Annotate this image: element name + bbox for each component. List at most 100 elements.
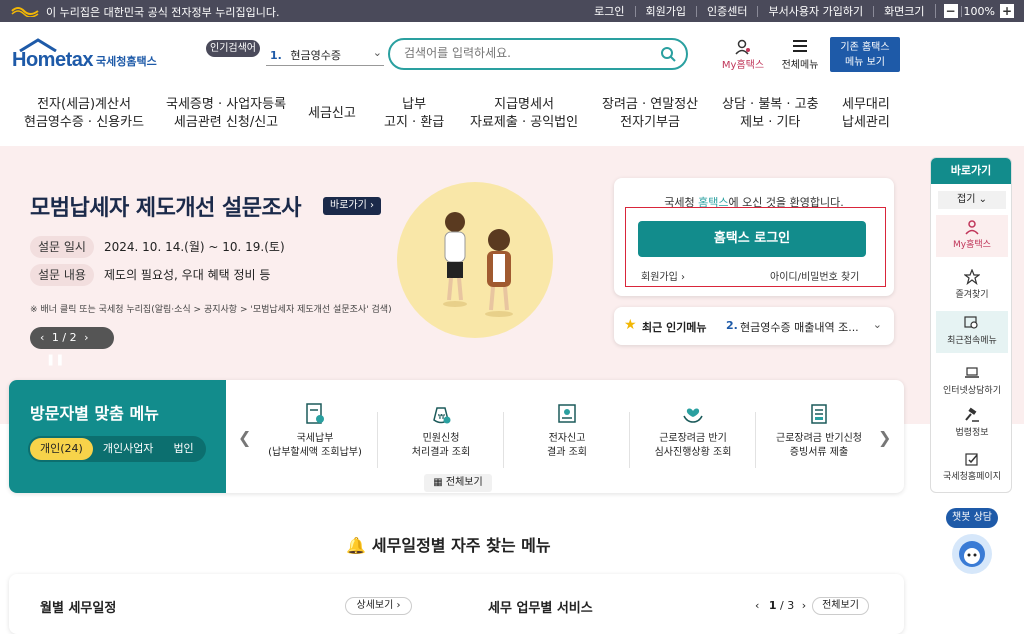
all-menu-button[interactable]: 전체메뉴 (776, 38, 824, 71)
quick-links-title: 바로가기 (931, 158, 1011, 184)
popular-search-rank: 1. (270, 49, 282, 62)
all-menu-label: 전체메뉴 (781, 60, 819, 71)
signup-link-top[interactable]: 회원가입 (634, 5, 696, 17)
legacy-menu-button[interactable]: 기존 홈택스 메뉴 보기 (830, 37, 900, 72)
bell-icon: 🔔 (346, 536, 366, 555)
side-item-law-info[interactable]: 법령정보 (936, 403, 1008, 445)
current-page: 1 (768, 599, 777, 612)
search-input[interactable] (404, 46, 654, 60)
zoom-in-button[interactable]: + (1000, 4, 1014, 18)
visitor-item-incentive-docs[interactable]: 근로장려금 반기신청 증빙서류 제출 (756, 402, 882, 460)
star-outline-icon (964, 269, 980, 285)
hero-content-row: 설문 내용 제도의 필요성, 우대 혜택 정비 등 (30, 264, 270, 286)
money-bag-icon: ₩ (433, 407, 451, 424)
hero-prev-icon[interactable]: ‹ (40, 331, 44, 344)
heart-hands-icon (683, 408, 703, 423)
side-item-recent-menu[interactable]: 최근접속메뉴 (936, 311, 1008, 353)
e-filing-icon (558, 404, 576, 423)
chevron-left-icon[interactable]: ❮ (238, 428, 251, 447)
hero-content-tag: 설문 내용 (30, 264, 94, 286)
side-item-my-hometax[interactable]: My홈택스 (936, 215, 1008, 257)
chevron-left-icon[interactable]: ‹ (755, 599, 759, 612)
popular-menu-label: 최근 인기메뉴 (642, 321, 707, 334)
people-illustration-icon (443, 212, 513, 317)
popular-search-value: 현금영수증 (290, 49, 341, 62)
dept-user-signup-link[interactable]: 부서사용자 가입하기 (757, 5, 873, 17)
gnb-item-incentive[interactable]: 장려금 · 연말정산 전자기부금 (602, 96, 698, 132)
business-view-all-button[interactable]: 전체보기 (812, 597, 869, 615)
quick-links-fold-button[interactable]: 접기 ⌄ (938, 191, 1006, 209)
total-pages: 3 (787, 599, 795, 612)
gavel-icon (965, 407, 979, 422)
hamburger-icon (793, 40, 807, 52)
visitor-menu-title: 방문자별 맞춤 메뉴 (30, 404, 159, 423)
hero-date-tag: 설문 일시 (30, 236, 94, 258)
gnb-item-payment-statement[interactable]: 지급명세서 자료제출 · 공익법인 (470, 96, 578, 132)
signup-link[interactable]: 회원가입 › (641, 268, 685, 283)
visitor-tabs: 개인(24) 개인사업자 법인 (28, 436, 206, 462)
business-service-title: 세무 업무별 서비스 (488, 601, 593, 616)
hero-date-value: 2024. 10. 14.(월) ~ 10. 19.(토) (104, 240, 285, 254)
hero-page-indicator: 1 / 2 (51, 331, 77, 344)
hometax-login-button[interactable]: 홈택스 로그인 (638, 221, 866, 257)
tab-individual[interactable]: 개인(24) (30, 438, 93, 460)
find-id-password-link[interactable]: 아이디/비밀번호 찾기 (770, 268, 859, 283)
hero-note: ※ 배너 클릭 또는 국세청 누리집(알림·소식 > 공지사항 > '모범납세자… (30, 305, 392, 315)
popular-search-select[interactable]: 1. 현금영수증 ⌄ (266, 44, 384, 66)
visitor-item-civil-request[interactable]: ₩ 민원신청 처리결과 조회 (378, 402, 504, 460)
gnb-item-certificates[interactable]: 국세증명 · 사업자등록 세금관련 신청/신고 (166, 96, 286, 132)
schedule-section-title: 🔔 세무일정별 자주 찾는 메뉴 (346, 536, 551, 555)
recent-search-icon (964, 316, 978, 329)
search-box (388, 38, 688, 70)
popular-menu-rank: 2. (726, 319, 738, 332)
chevron-right-icon[interactable]: › (802, 599, 806, 612)
popular-search-tag: 인기검색어 (206, 40, 260, 57)
login-link[interactable]: 로그인 (584, 6, 634, 17)
edit-box-icon (965, 453, 978, 466)
logo-sub-text: 국세청홈택스 (96, 55, 157, 68)
chevron-down-icon[interactable]: ⌄ (873, 318, 882, 331)
chatbot-label[interactable]: 챗봇 상담 (946, 508, 998, 528)
hero-pager[interactable]: ‹ 1 / 2 › ❚❚ (30, 327, 114, 366)
hero-date-row: 설문 일시 2024. 10. 14.(월) ~ 10. 19.(토) (30, 236, 285, 258)
hero-content-value: 제도의 필요성, 우대 혜택 정비 등 (104, 268, 271, 282)
gnb-item-consulting[interactable]: 상담 · 불복 · 고충 제보 · 기타 (722, 96, 819, 132)
visitor-item-tax-payment[interactable]: 국세납부 (납부할세액 조회납부) (252, 402, 378, 460)
monthly-schedule-title: 월별 세무일정 (40, 601, 117, 616)
gnb-item-tax-agent[interactable]: 세무대리 납세관리 (842, 96, 890, 132)
my-hometax-button[interactable]: My홈택스 (718, 38, 768, 71)
grid-icon: ▦ (433, 477, 443, 488)
side-item-favorites[interactable]: 즐겨찾기 (936, 265, 1008, 307)
user-icon (965, 220, 979, 235)
visitor-view-all-button[interactable]: ▦ 전체보기 (424, 474, 492, 492)
zoom-out-button[interactable]: − (943, 4, 958, 18)
visitor-item-incentive-status[interactable]: 근로장려금 반기 심사진행상황 조회 (630, 402, 756, 460)
detail-view-button[interactable]: 상세보기 › (345, 597, 412, 615)
my-hometax-label: My홈택스 (721, 60, 765, 71)
gnb-item-etax-invoice[interactable]: 전자(세금)계산서 현금영수증 · 신용카드 (24, 96, 144, 132)
popular-menu-bar[interactable]: ★ 최근 인기메뉴 2. 현금영수증 매출내역 조... ⌄ (614, 307, 894, 345)
chatbot-mascot-icon[interactable] (952, 534, 992, 574)
user-icon (735, 39, 750, 55)
business-service-pager: ‹ 1 / 3 › (755, 599, 807, 612)
main-navigation: 전자(세금)계산서 현금영수증 · 신용카드 국세증명 · 사업자등록 세금관련 신… (0, 90, 1024, 140)
cert-center-link[interactable]: 인증센터 (696, 5, 757, 17)
search-icon[interactable] (660, 46, 676, 62)
document-pay-icon (306, 403, 324, 424)
gnb-item-payment[interactable]: 납부 고지 · 환급 (384, 96, 444, 132)
hero-next-icon[interactable]: › (84, 331, 88, 344)
star-icon: ★ (624, 317, 637, 333)
popular-menu-value: 현금영수증 매출내역 조... (740, 321, 859, 334)
pause-icon[interactable]: ❚❚ (46, 353, 64, 366)
document-submit-icon (811, 404, 827, 424)
visitor-item-e-filing[interactable]: 전자신고 결과 조회 (504, 402, 630, 460)
gov-flag-icon (11, 7, 39, 17)
tab-sole-proprietor[interactable]: 개인사업자 (93, 438, 164, 460)
side-item-online-consult[interactable]: 인터넷상담하기 (936, 361, 1008, 403)
gnb-item-tax-return[interactable]: 세금신고 (308, 105, 356, 123)
gov-banner-text: 이 누리집은 대한민국 공식 전자정부 누리집입니다. (46, 6, 280, 19)
hometax-logo[interactable]: Hometax 국세청홈택스 (12, 38, 172, 74)
hero-go-button[interactable]: 바로가기 › (323, 197, 381, 215)
tab-corporation[interactable]: 법인 (163, 438, 203, 460)
side-item-nts-homepage[interactable]: 국세청홈페이지 (936, 447, 1008, 489)
